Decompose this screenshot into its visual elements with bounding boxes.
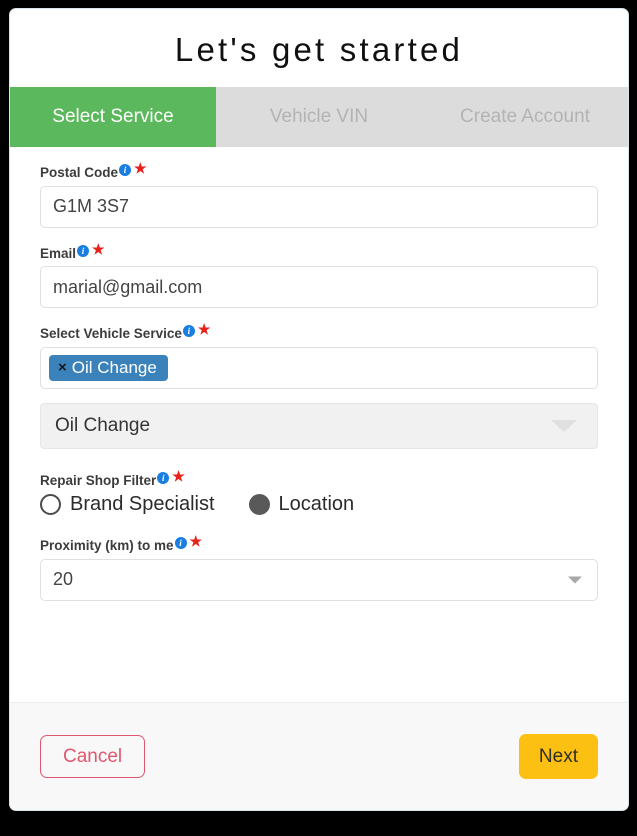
wizard-tabbar: Select Service Vehicle VIN Create Accoun… xyxy=(10,87,628,148)
field-repair-shop-filter: Repair Shop Filter i ★ Brand Specialist Lo… xyxy=(40,469,598,517)
radio-unselected-icon[interactable] xyxy=(40,494,61,516)
proximity-label: Proximity (km) to me i ★ xyxy=(40,534,598,553)
field-vehicle-service: Select Vehicle Service i ★ × Oil Change Oil… xyxy=(40,322,598,449)
postal-code-label-text: Postal Code xyxy=(40,165,119,181)
page-title: Let's get started xyxy=(174,31,464,68)
info-icon[interactable]: i xyxy=(119,164,132,177)
email-label-text: Email xyxy=(40,245,77,261)
info-icon[interactable]: i xyxy=(157,471,170,484)
vehicle-service-label-text: Select Vehicle Service xyxy=(40,326,182,342)
tag-oil-change-label: Oil Change xyxy=(71,357,157,377)
email-label: Email i ★ xyxy=(40,242,598,261)
tab-vehicle-vin-label: Vehicle VIN xyxy=(269,106,369,128)
chevron-down-icon[interactable] xyxy=(551,419,577,432)
info-icon[interactable]: i xyxy=(182,325,195,338)
vehicle-service-tag-input[interactable]: × Oil Change xyxy=(40,346,598,389)
required-star-icon: ★ xyxy=(92,240,105,257)
tag-remove-icon[interactable]: × xyxy=(58,360,67,375)
radio-brand-specialist[interactable]: Brand Specialist xyxy=(40,493,215,516)
proximity-select-value: 20 xyxy=(53,569,74,590)
field-postal-code: Postal Code i ★ xyxy=(40,161,598,228)
tab-vehicle-vin[interactable]: Vehicle VIN xyxy=(216,87,422,148)
tab-create-account[interactable]: Create Account xyxy=(422,87,628,148)
info-icon[interactable]: i xyxy=(174,537,187,550)
email-input[interactable] xyxy=(40,266,598,309)
vehicle-service-dropdown[interactable]: Oil Change xyxy=(40,402,598,449)
tab-create-account-label: Create Account xyxy=(460,106,590,128)
vehicle-service-dropdown-value: Oil Change xyxy=(55,414,151,436)
repair-shop-filter-label: Repair Shop Filter i ★ xyxy=(40,469,598,488)
required-star-icon: ★ xyxy=(172,467,185,484)
radio-location[interactable]: Location xyxy=(248,493,355,516)
required-star-icon: ★ xyxy=(189,533,203,550)
tag-oil-change[interactable]: × Oil Change xyxy=(49,354,168,381)
repair-shop-filter-label-text: Repair Shop Filter xyxy=(40,472,157,488)
proximity-select-wrap: 20 xyxy=(40,558,598,601)
onboarding-card: Let's get started Select Service Vehicle… xyxy=(9,8,629,811)
field-proximity: Proximity (km) to me i ★ 20 xyxy=(40,534,598,601)
info-icon[interactable]: i xyxy=(77,244,90,257)
radio-selected-icon[interactable] xyxy=(248,494,270,516)
required-star-icon: ★ xyxy=(197,321,211,338)
field-email: Email i ★ xyxy=(40,242,598,309)
vehicle-service-label: Select Vehicle Service i ★ xyxy=(40,322,598,341)
required-star-icon: ★ xyxy=(134,160,147,177)
proximity-select[interactable]: 20 xyxy=(40,558,598,601)
postal-code-input[interactable] xyxy=(40,185,598,228)
form-body: Postal Codei★ Emaili★ Select Vehicle Ser… xyxy=(10,147,628,702)
cancel-button[interactable]: Cancel xyxy=(40,735,146,778)
card-footer: Cancel Next xyxy=(10,702,628,810)
radio-brand-specialist-label: Brand Specialist xyxy=(70,493,215,516)
postal-code-label: Postal Code i ★ xyxy=(40,161,598,180)
proximity-label-text: Proximity (km) to me xyxy=(40,538,174,554)
next-button[interactable]: Next xyxy=(518,734,598,779)
repair-shop-filter-radio-group: Brand Specialist Location xyxy=(40,493,598,516)
radio-location-label: Location xyxy=(278,493,355,516)
screen-root: Let's get started Select Service Vehicle… xyxy=(0,0,637,836)
tab-select-service-label: Select Service xyxy=(52,106,174,128)
tab-select-service[interactable]: Select Service xyxy=(10,87,216,148)
